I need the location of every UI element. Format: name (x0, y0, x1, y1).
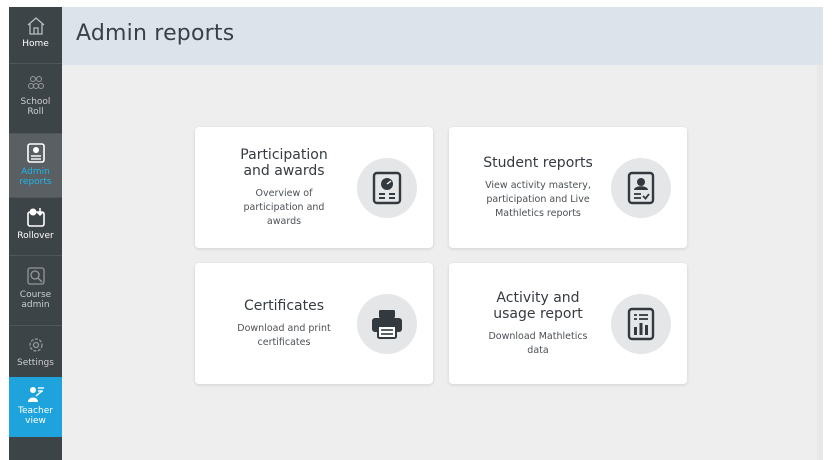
card-icon-circle (357, 158, 417, 218)
card-description: Download and print certificates (237, 322, 331, 348)
home-icon (27, 17, 44, 35)
report-icon (26, 143, 45, 163)
teacher-icon (27, 387, 44, 402)
card-icon-circle (357, 294, 417, 354)
scrollbar[interactable] (817, 65, 823, 460)
card-icon-circle (611, 294, 671, 354)
sidebar-item-settings[interactable]: Settings (9, 325, 62, 379)
card-description: Overview of participation and awards (243, 187, 325, 227)
card-description: Download Mathletics data (488, 330, 588, 356)
sidebar: Home School Roll Admin reports Rollover … (9, 7, 62, 460)
card-certificates[interactable]: Certificates Download and print certific… (195, 263, 433, 384)
card-icon-circle (611, 158, 671, 218)
card-activity-usage[interactable]: Activity and usage report Download Mathl… (449, 263, 687, 384)
page-title: Admin reports (76, 21, 235, 46)
sidebar-item-home[interactable]: Home (9, 7, 62, 63)
sidebar-item-teacher-view[interactable]: Teacher view (9, 377, 62, 437)
card-description: View activity mastery, participation and… (485, 179, 591, 219)
card-title: Activity and usage report (493, 289, 583, 322)
sidebar-item-label: School Roll (20, 97, 51, 117)
card-title: Certificates (243, 297, 324, 314)
sidebar-item-school-roll[interactable]: School Roll (9, 63, 62, 133)
card-title: Participation and awards (240, 146, 328, 179)
sidebar-item-rollover[interactable]: Rollover (9, 197, 62, 255)
card-text: Activity and usage report Download Mathl… (463, 263, 613, 384)
bar-chart-report-icon (627, 307, 655, 341)
card-text: Participation and awards Overview of par… (209, 127, 359, 248)
sidebar-item-course-admin[interactable]: Course admin (9, 255, 62, 325)
student-report-icon (627, 171, 655, 205)
sidebar-item-admin-reports[interactable]: Admin reports (9, 133, 62, 197)
card-text: Certificates Download and print certific… (209, 263, 359, 384)
app-frame: Home School Roll Admin reports Rollover … (9, 7, 823, 460)
card-participation-awards[interactable]: Participation and awards Overview of par… (195, 127, 433, 248)
sidebar-item-label: Settings (17, 358, 54, 368)
sidebar-item-label: Rollover (17, 231, 54, 241)
presentation-icon (372, 171, 402, 205)
gear-icon (28, 338, 43, 352)
printer-icon (372, 310, 402, 339)
page-header: Admin reports (62, 7, 823, 65)
people-icon (27, 75, 44, 90)
card-text: Student reports View activity mastery, p… (463, 127, 613, 248)
course-icon (26, 267, 45, 285)
sidebar-item-label: Course admin (19, 290, 52, 310)
sidebar-item-label: Admin reports (19, 167, 52, 187)
rollover-icon (26, 208, 45, 227)
card-student-reports[interactable]: Student reports View activity mastery, p… (449, 127, 687, 248)
card-title: Student reports (483, 154, 593, 171)
sidebar-item-label: Home (22, 39, 49, 49)
sidebar-item-label: Teacher view (18, 406, 53, 426)
